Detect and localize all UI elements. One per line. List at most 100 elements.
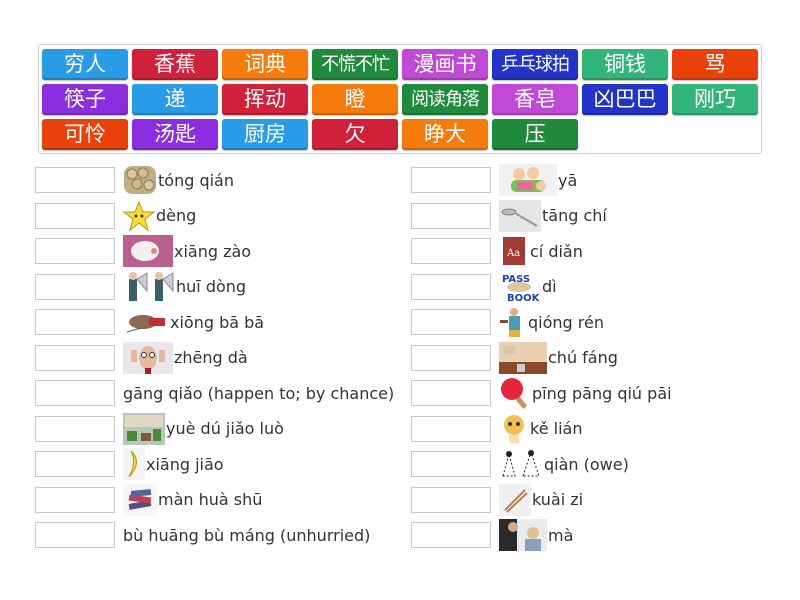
match-row: xiōng bā bā	[35, 306, 265, 338]
pinyin-label: cí diǎn	[530, 241, 583, 261]
pinyin-label: pīng pāng qiú pāi	[532, 383, 672, 403]
answer-drop-zone[interactable]	[35, 415, 115, 442]
match-row: yā	[411, 164, 578, 196]
match-row: dèng	[35, 200, 197, 232]
pinyin-label: dì	[542, 277, 557, 296]
pinyin-label: gāng qiǎo (happen to; by chance)	[123, 383, 395, 403]
answer-drop-zone[interactable]	[35, 522, 115, 548]
pinyin-label: kuài zi	[532, 490, 584, 509]
pinyin-label: xiōng bā bā	[170, 312, 265, 332]
match-row: kě lián	[411, 412, 582, 445]
word-tile[interactable]: 欠	[312, 119, 398, 150]
reading-corner-image	[123, 412, 165, 445]
coins-image	[123, 164, 157, 196]
comic-books-image	[123, 483, 157, 516]
spoon-image	[499, 199, 541, 232]
pinyin-label: yā	[558, 170, 578, 190]
ping-pong-paddle-image	[499, 377, 531, 409]
scolding-image	[499, 519, 547, 551]
answer-drop-zone[interactable]	[35, 451, 115, 477]
svg-text:BOOK: BOOK	[507, 293, 541, 303]
answer-drop-zone[interactable]	[35, 380, 115, 406]
match-row: tóng qián	[35, 166, 234, 194]
word-tile[interactable]: 可怜	[42, 119, 128, 150]
match-row: bù huāng bù máng (unhurried)	[35, 521, 370, 549]
word-tile[interactable]: 词典	[222, 49, 308, 80]
word-tile[interactable]: 汤匙	[132, 119, 218, 150]
dictionary-image: Aa	[499, 235, 529, 267]
answer-drop-zone[interactable]	[35, 273, 115, 300]
pass-the-book-image: PASS BOOK	[499, 270, 541, 304]
word-tile[interactable]: 筷子	[42, 84, 128, 115]
pinyin-label: yuè dú jiǎo luò	[166, 419, 284, 438]
answer-drop-zone[interactable]	[411, 451, 491, 477]
soap-image	[123, 235, 173, 267]
word-tile[interactable]: 乒乓球拍	[492, 49, 578, 80]
answer-drop-zone[interactable]	[35, 344, 115, 371]
sad-cat-image	[499, 412, 529, 445]
match-row: Aa cí diǎn	[411, 235, 583, 267]
pinyin-label: tóng qián	[158, 170, 234, 190]
pinyin-label: huī dòng	[176, 277, 247, 296]
match-row: kuài zi	[411, 483, 584, 516]
answer-drop-zone[interactable]	[411, 273, 491, 300]
match-row: huī dòng	[35, 270, 247, 303]
word-tile[interactable]: 递	[132, 84, 218, 115]
word-bank: 穷人 香蕉 词典 不慌不忙 漫画书 乒乓球拍 铜钱骂筷子递挥动瞪阅读角落 香皂 凶巴巴 刚巧可怜汤…	[38, 44, 762, 154]
wide-eyes-man-image	[123, 341, 173, 374]
answer-drop-zone[interactable]	[35, 202, 115, 229]
pinyin-label: bù huāng bù máng (unhurried)	[123, 525, 371, 545]
match-row: qiàn (owe)	[411, 448, 629, 480]
angry-star-image	[122, 200, 156, 232]
pinyin-label: tāng chí	[542, 206, 607, 225]
pinyin-label: dèng	[156, 206, 197, 225]
pinyin-label: mà	[548, 525, 574, 545]
poor-man-image	[499, 306, 527, 338]
pinyin-label: qióng rén	[528, 312, 604, 332]
answer-drop-zone[interactable]	[411, 202, 491, 229]
pinyin-label: zhēng dà	[174, 348, 248, 367]
pinyin-label: màn huà shū	[158, 490, 263, 509]
answer-drop-zone[interactable]	[411, 486, 491, 513]
svg-text:Aa: Aa	[506, 248, 520, 259]
answer-drop-zone[interactable]	[411, 522, 491, 548]
word-tile[interactable]: 压	[492, 119, 578, 150]
match-row: tāng chí	[411, 199, 607, 232]
answer-drop-zone[interactable]	[35, 238, 115, 264]
answer-drop-zone[interactable]	[411, 238, 491, 264]
banana-image	[123, 448, 145, 480]
answer-drop-zone[interactable]	[35, 486, 115, 513]
owe-figures-image	[499, 448, 543, 480]
match-row: màn huà shū	[35, 483, 263, 516]
match-row: chú fáng	[411, 341, 618, 374]
match-row: mà	[411, 519, 574, 551]
word-tile[interactable]: 瞪	[312, 84, 398, 115]
fierce-dog-image	[123, 306, 169, 338]
word-tile[interactable]: 香蕉	[132, 49, 218, 80]
waving-man-image	[123, 270, 175, 303]
word-tile[interactable]: 铜钱	[582, 49, 668, 80]
word-tile[interactable]: 凶巴巴	[582, 84, 668, 115]
match-row: xiāng jiāo	[35, 448, 224, 480]
answer-drop-zone[interactable]	[35, 309, 115, 335]
word-tile[interactable]: 刚巧	[672, 84, 758, 115]
answer-drop-zone[interactable]	[411, 415, 491, 442]
word-tile[interactable]: 漫画书	[402, 49, 488, 80]
pinyin-label: xiāng jiāo	[146, 454, 224, 474]
word-tile[interactable]: 骂	[672, 49, 758, 80]
word-tile[interactable]: 睁大	[402, 119, 488, 150]
answer-drop-zone[interactable]	[411, 380, 491, 406]
word-tile[interactable]: 厨房	[222, 119, 308, 150]
pinyin-label: xiāng zào	[174, 241, 252, 261]
answer-drop-zone[interactable]	[411, 309, 491, 335]
word-tile[interactable]: 穷人	[42, 49, 128, 80]
match-row: gāng qiǎo (happen to; by chance)	[35, 379, 394, 407]
answer-drop-zone[interactable]	[411, 167, 491, 193]
word-tile[interactable]: 挥动	[222, 84, 308, 115]
word-tile[interactable]: 阅读角落	[402, 84, 488, 115]
answer-drop-zone[interactable]	[411, 344, 491, 371]
word-tile[interactable]: 香皂	[492, 84, 578, 115]
match-row: yuè dú jiǎo luò	[35, 412, 284, 445]
word-tile[interactable]: 不慌不忙	[312, 49, 398, 80]
answer-drop-zone[interactable]	[35, 167, 115, 193]
